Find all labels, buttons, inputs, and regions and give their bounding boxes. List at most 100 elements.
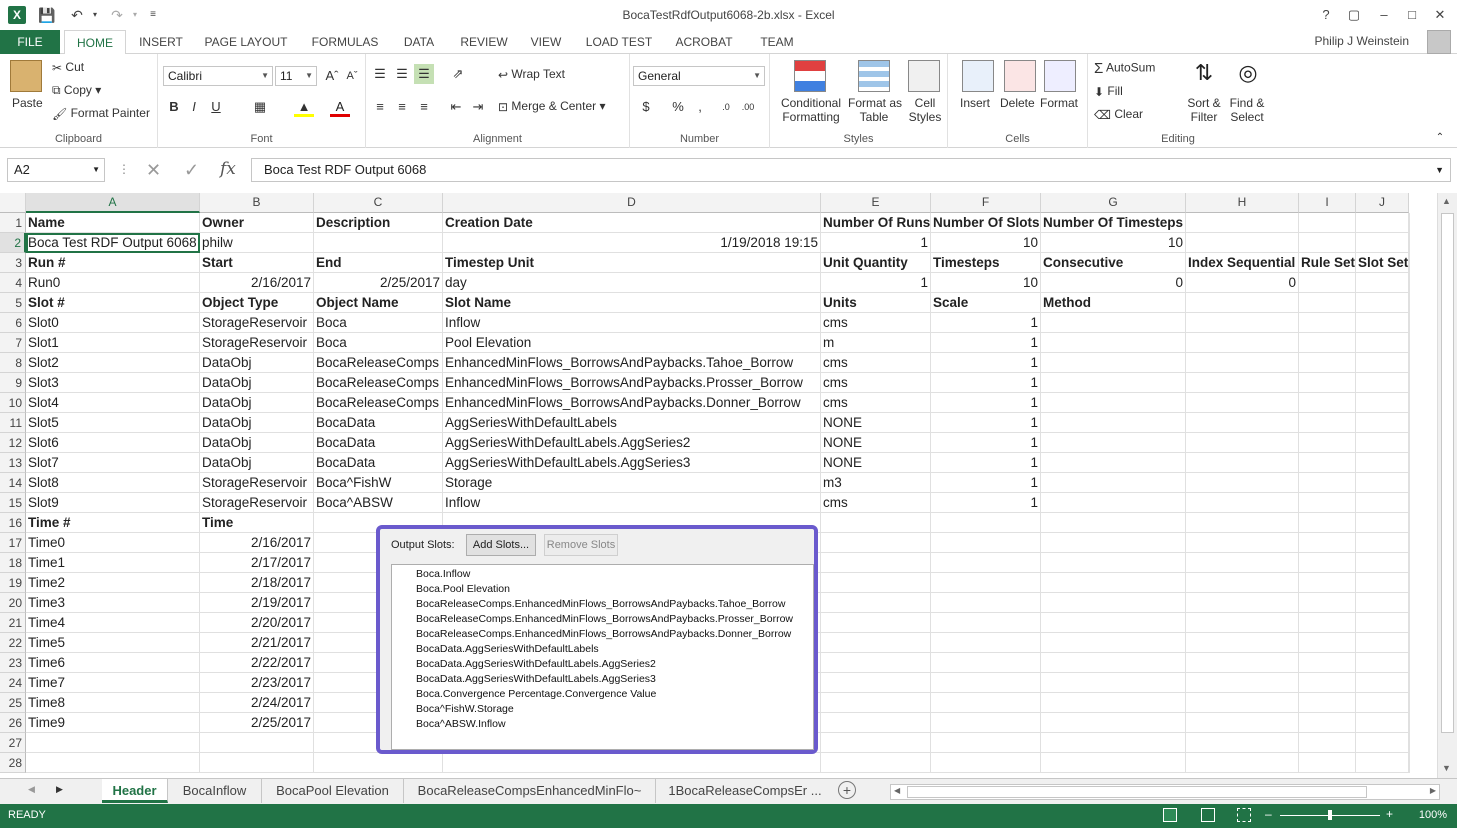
cell-d4[interactable]: day [443,273,821,293]
cell-e2[interactable]: 1 [821,233,931,253]
column-header-d[interactable]: D [443,193,821,213]
cell-b16[interactable]: Time [200,513,314,533]
cell-j2[interactable] [1356,233,1409,253]
cell-a23[interactable]: Time6 [26,653,200,673]
cell-c4[interactable]: 2/25/2017 [314,273,443,293]
remove-slots-button[interactable]: Remove Slots [544,534,618,556]
cell-a5[interactable]: Slot # [26,293,200,313]
cell-g22[interactable] [1041,633,1186,653]
cell-h10[interactable] [1186,393,1299,413]
cell-a25[interactable]: Time8 [26,693,200,713]
cell-e1[interactable]: Number Of Runs [821,213,931,233]
cell-d9[interactable]: EnhancedMinFlows_BorrowsAndPaybacks.Pros… [443,373,821,393]
cell-j9[interactable] [1356,373,1409,393]
cell-f6[interactable]: 1 [931,313,1041,333]
cell-g20[interactable] [1041,593,1186,613]
cell-e9[interactable]: cms [821,373,931,393]
cell-i27[interactable] [1299,733,1356,753]
cell-f7[interactable]: 1 [931,333,1041,353]
column-header-h[interactable]: H [1186,193,1299,213]
cell-j27[interactable] [1356,733,1409,753]
prev-sheet-icon[interactable]: ◀ [28,784,35,795]
row-header-2[interactable]: 2 [0,233,26,253]
cell-b17[interactable]: 2/16/2017 [200,533,314,553]
cell-h28[interactable] [1186,753,1299,773]
cell-f16[interactable] [931,513,1041,533]
cell-h22[interactable] [1186,633,1299,653]
cell-i17[interactable] [1299,533,1356,553]
cell-h2[interactable] [1186,233,1299,253]
scroll-up-icon[interactable]: ▲ [1442,196,1451,206]
cell-e11[interactable]: NONE [821,413,931,433]
cell-e25[interactable] [821,693,931,713]
cell-g15[interactable] [1041,493,1186,513]
cell-d13[interactable]: AggSeriesWithDefaultLabels.AggSeries3 [443,453,821,473]
tab-review[interactable]: REVIEW [456,30,512,54]
cell-d7[interactable]: Pool Elevation [443,333,821,353]
cell-b26[interactable]: 2/25/2017 [200,713,314,733]
cell-h25[interactable] [1186,693,1299,713]
tab-team[interactable]: TEAM [754,30,800,54]
delete-button[interactable]: Delete [1000,96,1035,110]
cell-a11[interactable]: Slot5 [26,413,200,433]
cell-b28[interactable] [200,753,314,773]
cell-d8[interactable]: EnhancedMinFlows_BorrowsAndPaybacks.Taho… [443,353,821,373]
comma-icon[interactable]: , [690,97,710,117]
row-header-6[interactable]: 6 [0,313,26,333]
cell-f14[interactable]: 1 [931,473,1041,493]
cell-f25[interactable] [931,693,1041,713]
cell-j15[interactable] [1356,493,1409,513]
cell-j7[interactable] [1356,333,1409,353]
output-slot-item[interactable]: BocaReleaseComps.EnhancedMinFlows_Borrow… [416,597,813,612]
tab-home[interactable]: HOME [64,30,126,55]
insert-function-icon[interactable]: fx [220,159,236,179]
format-cells-icon[interactable] [1044,60,1076,92]
row-header-13[interactable]: 13 [0,453,26,473]
cell-h9[interactable] [1186,373,1299,393]
clear-button[interactable]: ⌫ Clear [1094,107,1143,122]
cell-g24[interactable] [1041,673,1186,693]
cell-e24[interactable] [821,673,931,693]
cell-a1[interactable]: Name [26,213,200,233]
tab-page-layout[interactable]: PAGE LAYOUT [200,30,292,54]
cell-a15[interactable]: Slot9 [26,493,200,513]
cell-f12[interactable]: 1 [931,433,1041,453]
cell-i19[interactable] [1299,573,1356,593]
cell-e21[interactable] [821,613,931,633]
cell-a21[interactable]: Time4 [26,613,200,633]
cell-c5[interactable]: Object Name [314,293,443,313]
cell-f20[interactable] [931,593,1041,613]
cell-g13[interactable] [1041,453,1186,473]
cell-i26[interactable] [1299,713,1356,733]
output-slot-item[interactable]: BocaReleaseComps.EnhancedMinFlows_Borrow… [416,627,813,642]
cell-b9[interactable]: DataObj [200,373,314,393]
cell-g18[interactable] [1041,553,1186,573]
cell-j5[interactable] [1356,293,1409,313]
cell-g25[interactable] [1041,693,1186,713]
cell-c2[interactable] [314,233,443,253]
cell-f11[interactable]: 1 [931,413,1041,433]
cell-i1[interactable] [1299,213,1356,233]
tab-view[interactable]: VIEW [526,30,566,54]
cell-e5[interactable]: Units [821,293,931,313]
cell-h21[interactable] [1186,613,1299,633]
sort-filter-icon[interactable]: ⇅ [1188,60,1220,92]
cut-button[interactable]: ✂ Cut [52,60,84,75]
cell-f13[interactable]: 1 [931,453,1041,473]
cell-f10[interactable]: 1 [931,393,1041,413]
zoom-out-icon[interactable]: – [1265,807,1272,821]
tab-file[interactable]: FILE [0,30,60,54]
cell-j22[interactable] [1356,633,1409,653]
cell-a13[interactable]: Slot7 [26,453,200,473]
cell-j13[interactable] [1356,453,1409,473]
cell-f18[interactable] [931,553,1041,573]
cell-b24[interactable]: 2/23/2017 [200,673,314,693]
cell-f1[interactable]: Number Of Slots [931,213,1041,233]
cell-e10[interactable]: cms [821,393,931,413]
cell-i12[interactable] [1299,433,1356,453]
cell-i10[interactable] [1299,393,1356,413]
percent-icon[interactable]: % [668,97,688,117]
cell-j25[interactable] [1356,693,1409,713]
tab-load-test[interactable]: LOAD TEST [582,30,656,54]
cell-h1[interactable] [1186,213,1299,233]
